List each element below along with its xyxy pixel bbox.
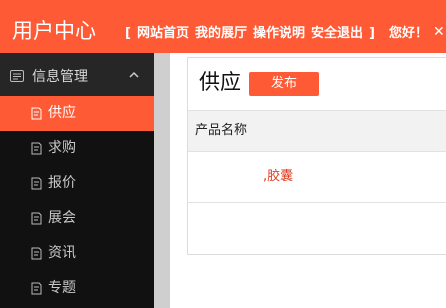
nav-bracket-close: ] xyxy=(369,26,375,41)
sidebar-item-quote[interactable]: 报价 xyxy=(0,166,154,201)
edit-document-icon xyxy=(31,247,42,260)
sidebar-rail xyxy=(154,53,170,308)
sidebar-item-purchase[interactable]: 求购 xyxy=(0,131,154,166)
edit-document-icon xyxy=(31,142,42,155)
nav-link-logout[interactable]: 安全退出 xyxy=(311,25,363,43)
top-bar: 用户中心 [ 网站首页 我的展厅 操作说明 安全退出 ] 您好！ ✕ xyxy=(0,0,446,53)
sidebar-item-topics[interactable]: 专题 xyxy=(0,271,154,306)
sidebar-item-label: 资讯 xyxy=(48,245,76,261)
top-nav: [ 网站首页 我的展厅 操作说明 安全退出 ] 您好！ xyxy=(125,25,428,43)
nav-link-my-showroom[interactable]: 我的展厅 xyxy=(195,25,247,43)
sidebar-item-exhibition[interactable]: 展会 xyxy=(0,201,154,236)
sidebar-item-news[interactable]: 资讯 xyxy=(0,236,154,271)
sidebar-item-label: 展会 xyxy=(48,210,76,226)
sidebar-item-label: 求购 xyxy=(48,140,76,156)
sidebar-item-supply[interactable]: 供应 xyxy=(0,96,154,131)
table-header: 产品名称 xyxy=(188,110,446,152)
sidebar-group-info-management[interactable]: 信息管理 xyxy=(0,62,154,92)
nav-bracket-open: [ xyxy=(125,26,131,41)
product-name-link[interactable]: ,胶囊 xyxy=(263,152,293,202)
publish-button[interactable]: 发布 xyxy=(249,72,319,96)
column-header-product-name: 产品名称 xyxy=(195,123,248,138)
list-icon xyxy=(10,70,24,82)
app-title: 用户中心 xyxy=(12,19,96,43)
supply-panel: 供应 发布 产品名称 ,胶囊 xyxy=(187,57,446,255)
edit-document-icon xyxy=(31,282,42,295)
edit-document-icon xyxy=(31,107,42,120)
sidebar-item-label: 供应 xyxy=(48,105,76,121)
greeting-text: 您好！ xyxy=(388,26,428,41)
sidebar-item-list: 供应 求购 报价 展会 资讯 专题 xyxy=(0,96,154,308)
sidebar-group-label: 信息管理 xyxy=(32,69,88,85)
edit-document-icon xyxy=(31,177,42,190)
sidebar: 信息管理 供应 求购 报价 展会 资讯 专题 xyxy=(0,53,154,308)
sidebar-item-label: 报价 xyxy=(48,175,76,191)
table-row: ,胶囊 xyxy=(188,152,446,203)
sidebar-item-label: 专题 xyxy=(48,280,76,296)
nav-link-instructions[interactable]: 操作说明 xyxy=(253,25,305,43)
nav-link-home[interactable]: 网站首页 xyxy=(137,25,189,43)
page-title: 供应 xyxy=(199,70,241,94)
close-icon[interactable]: ✕ xyxy=(433,23,445,41)
chevron-up-icon[interactable] xyxy=(129,71,139,79)
edit-document-icon xyxy=(31,212,42,225)
